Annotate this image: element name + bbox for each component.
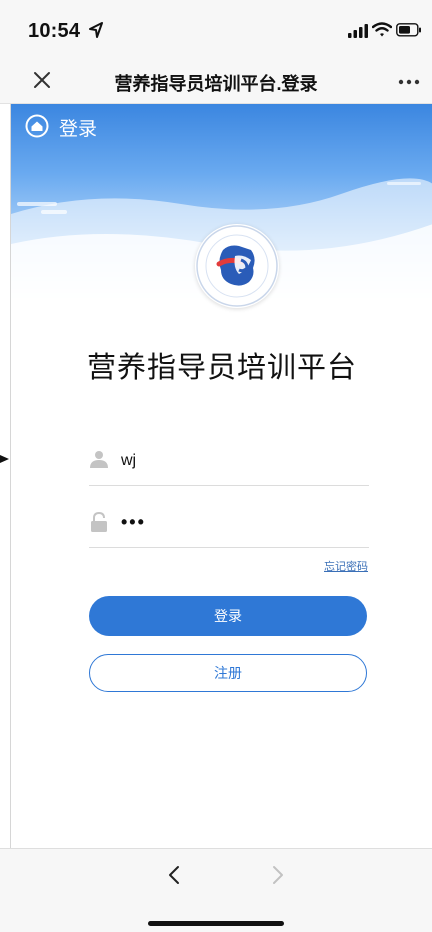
chevron-left-icon[interactable]	[166, 865, 182, 885]
header-bar: 登录	[11, 104, 432, 148]
user-icon	[90, 451, 108, 468]
nav-title: 营养指导员培训平台.登录	[114, 74, 318, 94]
username-field[interactable]: wj	[89, 446, 369, 486]
status-time: 10:54	[28, 20, 81, 42]
battery-icon	[396, 23, 421, 37]
location-arrow-icon	[89, 22, 103, 38]
more-icon[interactable]	[398, 79, 420, 85]
login-button[interactable]: 登录	[89, 596, 367, 636]
username-value: wj	[121, 452, 137, 469]
nav-bar: 营养指导员培训平台.登录	[0, 58, 432, 104]
home-indicator	[148, 921, 284, 926]
bottom-toolbar	[0, 848, 432, 932]
password-field[interactable]: •••	[89, 508, 369, 548]
login-page: 登录 营养指导员培训平台 wj ••• 忘记密码 登录 注册	[10, 104, 432, 848]
register-button[interactable]: 注册	[89, 654, 367, 692]
status-bar: 10:54	[0, 0, 432, 58]
home-icon[interactable]	[25, 114, 49, 138]
password-value: •••	[121, 512, 146, 532]
lock-icon	[91, 512, 107, 532]
platform-title: 营养指导员培训平台	[86, 352, 357, 384]
signal-icon	[348, 24, 368, 38]
side-arrow-marker	[0, 455, 9, 463]
forgot-password-link[interactable]: 忘记密码	[324, 558, 368, 574]
chevron-right-icon[interactable]	[270, 865, 286, 885]
header-title: 登录	[59, 119, 98, 140]
cdc-logo	[195, 224, 279, 308]
wifi-icon	[372, 22, 392, 37]
